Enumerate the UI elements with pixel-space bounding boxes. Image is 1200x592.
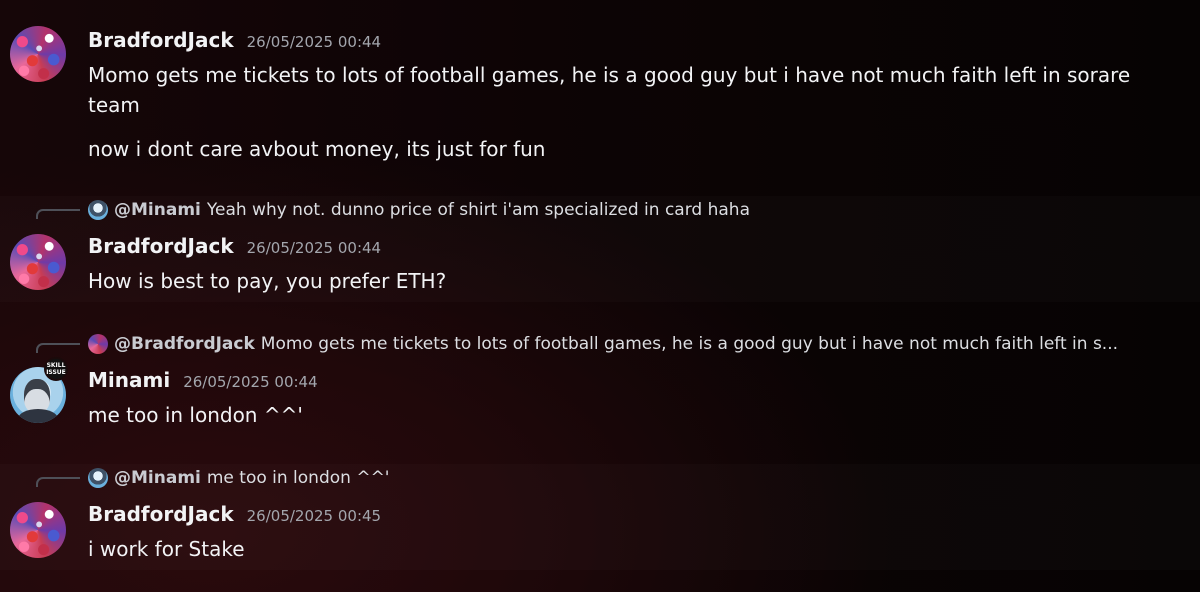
message-header: BradfordJack 26/05/2025 00:45: [88, 502, 381, 526]
reply-mention[interactable]: @Minami: [114, 468, 201, 488]
reply-reference[interactable]: @Minami me too in london ^^': [88, 468, 390, 488]
avatar-decoration-badge: SKILL ISSUE: [44, 357, 68, 381]
message-text: now i dont care avbout money, its just f…: [88, 137, 546, 161]
reply-text[interactable]: Momo gets me tickets to lots of football…: [261, 334, 1118, 354]
timestamp: 26/05/2025 00:44: [246, 33, 382, 51]
username[interactable]: Minami: [88, 368, 170, 392]
message-header: BradfordJack 26/05/2025 00:44: [88, 28, 381, 52]
reply-avatar: [88, 468, 108, 488]
reply-mention[interactable]: @BradfordJack: [114, 334, 255, 354]
message-text: How is best to pay, you prefer ETH?: [88, 269, 447, 293]
reply-reference[interactable]: @BradfordJack Momo gets me tickets to lo…: [88, 334, 1118, 354]
reply-spine: [36, 343, 80, 353]
message-text: i work for Stake: [88, 537, 245, 561]
message-text: me too in london ^^': [88, 403, 303, 427]
avatar-body: [18, 409, 58, 423]
reply-text[interactable]: me too in london ^^': [207, 468, 390, 488]
message: @Minami Yeah why not. dunno price of shi…: [0, 196, 1200, 302]
reply-avatar: [88, 334, 108, 354]
reply-reference[interactable]: @Minami Yeah why not. dunno price of shi…: [88, 200, 750, 220]
message: @BradfordJack Momo gets me tickets to lo…: [0, 330, 1200, 440]
reply-text[interactable]: Yeah why not. dunno price of shirt i'am …: [207, 200, 750, 220]
timestamp: 26/05/2025 00:44: [183, 373, 318, 391]
reply-spine: [36, 477, 80, 487]
avatar[interactable]: [10, 26, 66, 82]
reply-avatar: [88, 200, 108, 220]
message-header: BradfordJack 26/05/2025 00:44: [88, 234, 381, 258]
timestamp: 26/05/2025 00:45: [246, 507, 382, 525]
message: @Minami me too in london ^^' BradfordJac…: [0, 464, 1200, 570]
message-header: Minami 26/05/2025 00:44: [88, 368, 318, 392]
message: BradfordJack 26/05/2025 00:44 Momo gets …: [0, 0, 1200, 190]
username[interactable]: BradfordJack: [88, 234, 234, 258]
avatar[interactable]: [10, 234, 66, 290]
username[interactable]: BradfordJack: [88, 28, 234, 52]
username[interactable]: BradfordJack: [88, 502, 234, 526]
reply-spine: [36, 209, 80, 219]
avatar-face: [24, 379, 50, 413]
message-text: Momo gets me tickets to lots of football…: [88, 63, 1131, 117]
timestamp: 26/05/2025 00:44: [246, 239, 382, 257]
reply-mention[interactable]: @Minami: [114, 200, 201, 220]
avatar[interactable]: [10, 502, 66, 558]
